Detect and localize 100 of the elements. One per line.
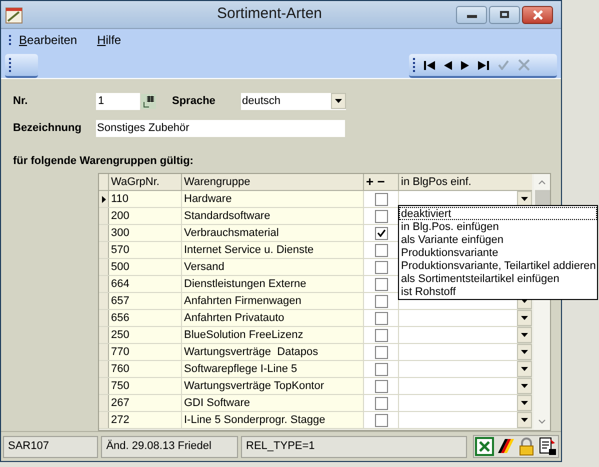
cell-dropdown-button[interactable] [517,412,532,428]
cell-dropdown-button[interactable] [517,327,532,343]
section-title: für folgende Warengruppen gültig: [13,154,194,167]
nr-field[interactable]: 1 [96,92,140,110]
close-button[interactable] [522,6,553,24]
table-cell: 570 [109,242,182,258]
table-cell: Verbrauchsmaterial [182,225,364,241]
table-cell: 750 [109,378,182,394]
status-field: Änd. 29.08.13 Friedel [101,436,238,458]
checkbox[interactable] [374,396,388,410]
bezeichnung-label: Bezeichnung [13,120,82,136]
checkmark-icon[interactable] [498,60,509,70]
table-cell: 657 [109,293,182,309]
cell-dropdown-button[interactable] [517,310,532,326]
dropdown-arrow-icon [521,367,528,371]
dropdown-option[interactable]: Produktionsvariante, Teilartikel addieren [399,259,597,272]
close-icon [532,10,544,20]
checkbox[interactable] [374,260,388,274]
current-row-icon [102,196,106,202]
scroll-up-icon[interactable] [538,180,546,185]
table-cell: 770 [109,344,182,360]
table-cell: BlueSolution FreeLizenz [182,327,364,343]
previous-record-icon[interactable] [444,60,452,70]
dropdown-arrow-icon [521,350,528,354]
lookup-icon[interactable] [141,94,156,108]
table-cell: Hardware [182,191,364,207]
checkbox[interactable] [374,244,388,256]
table-cell: 250 [109,327,182,343]
flag-icon[interactable] [496,437,515,456]
row-selector[interactable] [99,191,109,207]
toolbar-handle [5,54,38,78]
table-cell: Versand [182,259,364,275]
column-header[interactable]: WaGrpNr. [109,174,182,190]
minimize-button[interactable] [456,6,487,24]
cell-dropdown-button[interactable] [517,395,532,411]
table-cell: Anfahrten Privatauto [182,310,364,326]
dropdown-option[interactable]: als Variante einfügen [399,233,597,246]
table-cell: 272 [109,412,182,428]
checkbox[interactable] [374,192,388,206]
dropdown-arrow-icon [521,333,528,337]
table-cell: 760 [109,361,182,377]
table-cell: 300 [109,225,182,241]
dropdown-arrow-icon [521,384,528,388]
table-cell: 267 [109,395,182,411]
table-cell: Standardsoftware [182,208,364,224]
scroll-down-icon[interactable] [538,419,546,424]
window-title: Sortiment-Arten [216,4,324,24]
table-cell: Wartungsverträge Datapos [182,344,364,360]
column-header[interactable]: + − [364,174,399,190]
table-cell: 200 [109,208,182,224]
dropdown-arrow-icon [521,316,528,320]
last-record-icon[interactable] [478,60,489,70]
table-cell: I-Line 5 Sonderprogr. Stagge [182,412,364,428]
dropdown-arrow-icon [521,418,528,422]
table-cell: Internet Service u. Dienste [182,242,364,258]
checkbox[interactable] [374,414,388,426]
bezeichnung-field[interactable]: Sonstiges Zubehör [96,120,345,136]
dropdown-arrow-icon [521,401,528,405]
table-cell: Dienstleistungen Externe [182,276,364,292]
table-cell: Wartungsverträge TopKontor [182,378,364,394]
spreadsheet-icon[interactable] [475,437,494,456]
table-cell: Anfahrten Firmenwagen [182,293,364,309]
column-header[interactable]: Warengruppe [182,174,364,190]
checkbox[interactable] [374,226,388,240]
maximize-button[interactable] [489,6,520,24]
dropdown-option[interactable]: deaktiviert [399,207,597,220]
cell-dropdown-button[interactable] [517,378,532,394]
app-icon [5,6,23,24]
cell-dropdown-button[interactable] [517,361,532,377]
checkbox[interactable] [374,380,388,392]
checkbox[interactable] [374,328,388,342]
status-field: SAR107 [3,436,98,458]
table-cell: Softwarepflege I-Line 5 [182,361,364,377]
document-icon[interactable] [538,437,557,456]
checkbox[interactable] [374,210,388,222]
status-field: REL_TYPE=1 [241,436,467,458]
dropdown-option[interactable]: als Sortimentsteilartikel einfügen [399,272,597,285]
checkbox[interactable] [374,346,388,358]
table-cell: 500 [109,259,182,275]
language-dropdown[interactable]: deutsch [241,92,346,110]
table-cell: 110 [109,191,182,207]
cell-dropdown-button[interactable] [517,344,532,360]
checkbox[interactable] [374,278,388,290]
first-record-icon[interactable] [424,60,435,70]
table-cell: 656 [109,310,182,326]
sprache-label: Sprache [172,94,216,109]
dropdown-option[interactable]: Produktionsvariante [399,246,597,259]
next-record-icon[interactable] [461,60,469,70]
checkbox[interactable] [374,362,388,376]
checkbox[interactable] [374,312,388,324]
dropdown-option[interactable]: in Blg.Pos. einfügen [399,220,597,233]
menu-item[interactable]: Hilfe [97,30,122,49]
dropdown-arrow-icon[interactable] [335,99,342,103]
dropdown-option[interactable]: ist Rohstoff [399,285,597,298]
menu-item[interactable]: Bearbeiten [9,30,78,49]
nr-label: Nr. [13,94,29,109]
dropdown-arrow-icon [521,197,528,201]
column-header[interactable]: in BlgPos einf. [399,174,532,190]
checkbox[interactable] [374,294,388,308]
table-cell: GDI Software [182,395,364,411]
